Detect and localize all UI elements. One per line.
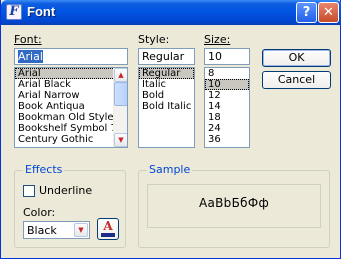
style-list-item[interactable]: Italic bbox=[139, 79, 194, 90]
size-list-item[interactable]: 10 bbox=[205, 79, 249, 90]
chevron-down-icon[interactable]: ▼ bbox=[74, 223, 88, 237]
sample-preview: AaBbБбФф bbox=[147, 184, 321, 228]
color-value: Black bbox=[27, 224, 57, 237]
ok-button[interactable]: OK bbox=[262, 49, 331, 67]
scroll-up-icon[interactable]: ▲ bbox=[114, 68, 127, 82]
font-label: Font: bbox=[14, 33, 42, 46]
size-value: 10 bbox=[208, 50, 222, 63]
effects-title: Effects bbox=[23, 163, 65, 176]
font-name-input[interactable]: Arial bbox=[14, 48, 128, 65]
sample-title: Sample bbox=[147, 163, 193, 176]
style-label: Style: bbox=[138, 33, 170, 46]
size-list-item[interactable]: 18 bbox=[205, 112, 249, 123]
size-listbox[interactable]: 8 10 12 14 18 24 36 bbox=[204, 67, 250, 148]
size-list-item[interactable]: 24 bbox=[205, 123, 249, 134]
close-icon: ✕ bbox=[323, 5, 334, 20]
style-listbox[interactable]: Regular Italic Bold Bold Italic bbox=[138, 67, 195, 148]
size-input[interactable]: 10 bbox=[204, 48, 250, 65]
font-list-item[interactable]: Arial Narrow bbox=[15, 90, 127, 101]
style-input[interactable]: Regular bbox=[138, 48, 195, 65]
size-list-item[interactable]: 8 bbox=[205, 68, 249, 79]
font-list-item[interactable]: Century Gothic bbox=[15, 134, 127, 145]
cancel-button[interactable]: Cancel bbox=[262, 71, 331, 89]
font-list-scrollbar[interactable]: ▲ ▼ bbox=[113, 68, 127, 147]
font-list-item[interactable]: Arial Black bbox=[15, 79, 127, 90]
font-dialog: F Font ? ✕ Font: Arial Arial Arial Black A… bbox=[0, 0, 341, 259]
help-icon: ? bbox=[302, 5, 311, 20]
effects-group: Effects Underline Color: Black ▼ A bbox=[14, 164, 126, 248]
underline-label[interactable]: Underline bbox=[39, 184, 92, 197]
scroll-down-icon[interactable]: ▼ bbox=[114, 133, 127, 147]
sample-group: Sample AaBbБбФф bbox=[138, 164, 330, 248]
size-label: Size: bbox=[204, 33, 231, 46]
text-color-icon: A bbox=[103, 219, 113, 233]
size-list-item[interactable]: 12 bbox=[205, 90, 249, 101]
style-list-item[interactable]: Bold bbox=[139, 90, 194, 101]
scroll-thumb[interactable] bbox=[114, 82, 127, 106]
color-select[interactable]: Black ▼ bbox=[23, 221, 90, 239]
font-app-icon: F bbox=[6, 4, 22, 20]
close-button[interactable]: ✕ bbox=[318, 2, 339, 23]
size-list-item[interactable]: 36 bbox=[205, 134, 249, 145]
font-list-item[interactable]: Book Antiqua bbox=[15, 101, 127, 112]
size-list-item[interactable]: 14 bbox=[205, 101, 249, 112]
style-list-item[interactable]: Regular bbox=[139, 68, 194, 79]
font-listbox[interactable]: Arial Arial Black Arial Narrow Book Antiqua… bbox=[14, 67, 128, 148]
font-list-item[interactable]: Bookshelf Symbol 7 bbox=[15, 123, 127, 134]
font-list-item[interactable]: Bookman Old Style bbox=[15, 112, 127, 123]
help-button[interactable]: ? bbox=[296, 2, 317, 23]
window-title: Font bbox=[27, 4, 56, 19]
color-label: Color: bbox=[23, 206, 56, 219]
sample-text: AaBbБбФф bbox=[198, 196, 270, 210]
title-bar[interactable]: F Font ? ✕ bbox=[1, 0, 341, 25]
text-color-button[interactable]: A bbox=[97, 218, 119, 240]
underline-checkbox[interactable] bbox=[23, 185, 35, 197]
font-list-item[interactable]: Arial bbox=[15, 68, 127, 79]
style-list-item[interactable]: Bold Italic bbox=[139, 101, 194, 112]
text-color-swatch bbox=[101, 233, 115, 237]
style-value: Regular bbox=[142, 50, 185, 63]
font-name-value: Arial bbox=[18, 50, 43, 63]
